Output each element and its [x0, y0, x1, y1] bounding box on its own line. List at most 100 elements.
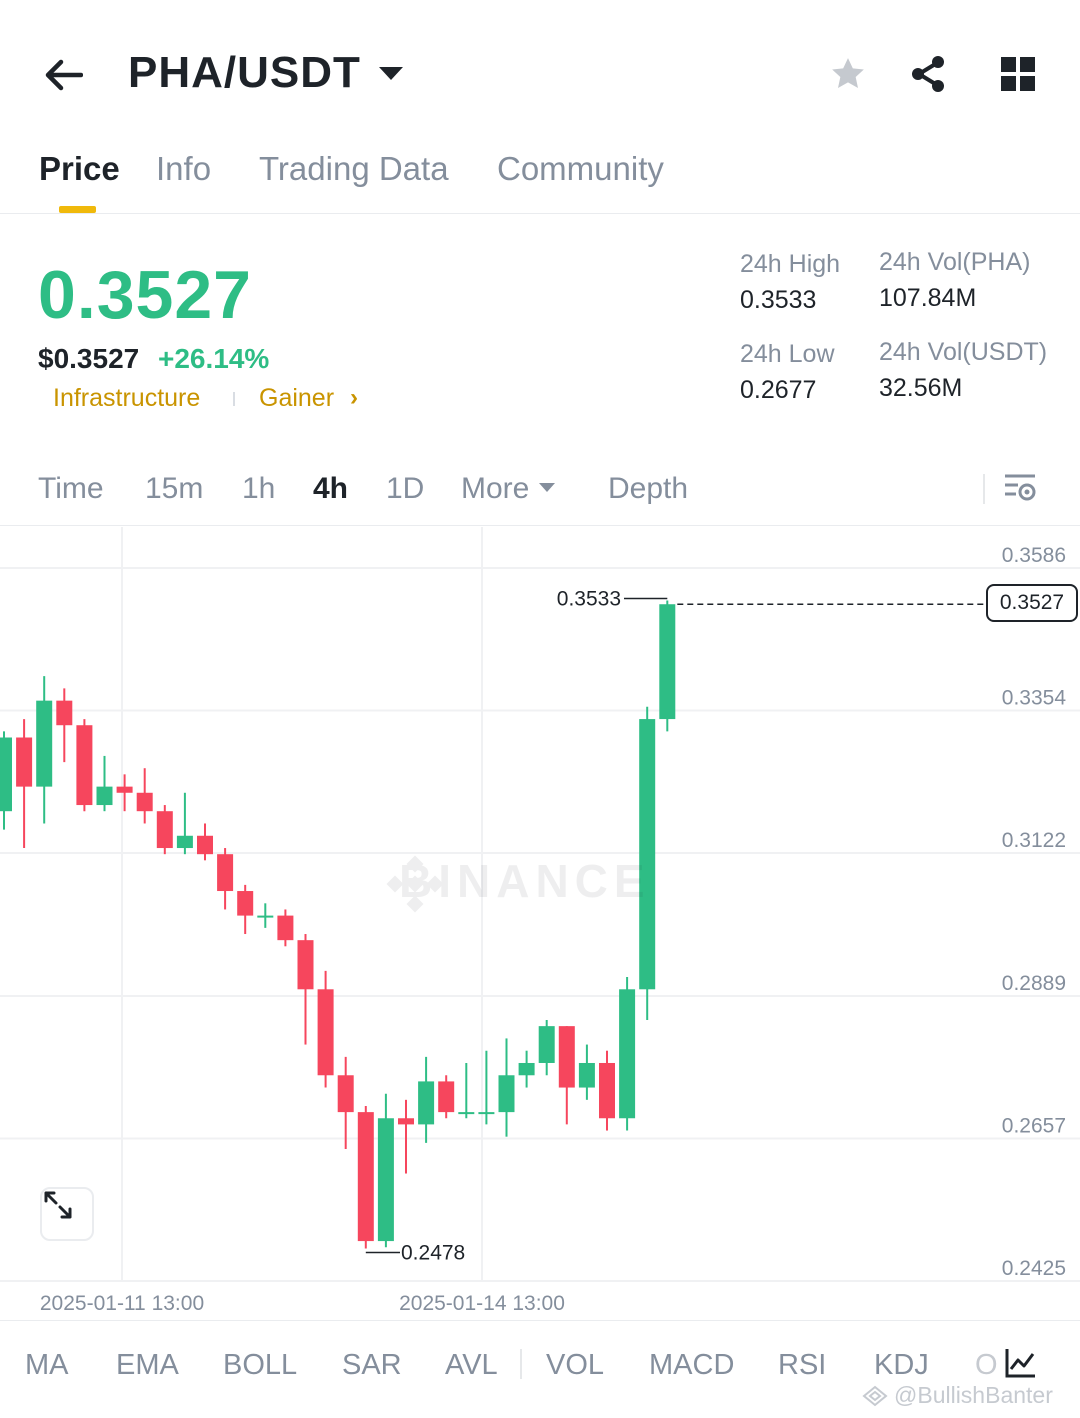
candle-down — [398, 1118, 414, 1125]
indicator-vol[interactable]: VOL — [546, 1349, 604, 1382]
interval-bar: Time 15m 1h 4h 1D More Depth — [0, 456, 1080, 526]
indicator-avl[interactable]: AVL — [445, 1349, 498, 1382]
indicator-boll[interactable]: BOLL — [223, 1349, 297, 1382]
candle-down — [76, 725, 93, 806]
tab-community[interactable]: Community — [497, 150, 664, 188]
indicator-sar[interactable]: SAR — [342, 1349, 402, 1382]
low-marker-label: 0.2478 — [401, 1241, 465, 1264]
interval-divider — [983, 474, 985, 504]
tag-gainer[interactable]: Gainer — [259, 384, 334, 413]
y-tick-label: 0.2425 — [1002, 1257, 1066, 1280]
tab-info[interactable]: Info — [156, 150, 211, 188]
indicator-ma[interactable]: MA — [25, 1349, 69, 1382]
x-tick-label: 2025-01-14 13:00 — [399, 1292, 565, 1315]
candle-up — [0, 737, 12, 812]
candle-up — [619, 989, 636, 1119]
high-marker-label: 0.3533 — [557, 588, 621, 611]
interval-1h[interactable]: 1h — [242, 472, 275, 506]
interval-1d[interactable]: 1D — [386, 472, 424, 506]
current-price-label: 0.3527 — [986, 584, 1078, 623]
chart-settings-button[interactable] — [1002, 470, 1038, 506]
interval-4h[interactable]: 4h — [313, 472, 348, 506]
candle-up — [257, 915, 274, 918]
candle-up — [659, 604, 676, 720]
indicator-chart-icon — [1005, 1349, 1035, 1378]
header: PHA/USDT — [0, 0, 1080, 130]
indicator-more-truncated[interactable]: O — [975, 1349, 998, 1382]
indicator-settings-button[interactable] — [1002, 1345, 1038, 1381]
chart-settings-icon — [1005, 474, 1036, 501]
back-button[interactable] — [40, 52, 86, 98]
candle-up — [518, 1062, 535, 1076]
caret-down-icon — [378, 66, 403, 80]
binance-logo-icon — [386, 855, 444, 913]
pair-label: PHA/USDT — [128, 48, 361, 97]
y-tick-label: 0.3354 — [1002, 686, 1067, 709]
page-tabs: Price Info Trading Data Community — [0, 140, 1080, 214]
candle-down — [277, 915, 294, 941]
candle-down — [317, 989, 334, 1076]
credit-text: @BullishBanter — [894, 1382, 1053, 1408]
indicator-macd[interactable]: MACD — [649, 1349, 734, 1382]
candle-down — [197, 835, 213, 855]
low-value: 0.2677 — [740, 376, 817, 404]
indicator-kdj[interactable]: KDJ — [874, 1349, 929, 1382]
favorite-button[interactable] — [826, 52, 870, 96]
fullscreen-button[interactable] — [40, 1187, 94, 1241]
tag-divider — [233, 392, 235, 406]
grid-menu-button[interactable] — [996, 52, 1040, 96]
interval-15m[interactable]: 15m — [145, 472, 203, 506]
candle-down — [16, 737, 33, 787]
watermark: BINANCE — [385, 854, 651, 913]
watermark-credit: @BullishBanter — [862, 1382, 1053, 1409]
price-change: +26.14% — [158, 343, 270, 374]
pair-selector[interactable]: PHA/USDT — [128, 48, 403, 98]
high-value: 0.3533 — [740, 286, 817, 314]
vol-base-label: 24h Vol(PHA) — [879, 248, 1031, 276]
price-usd: $0.3527 — [38, 343, 140, 374]
tab-trading-data[interactable]: Trading Data — [259, 150, 449, 188]
candle-down — [297, 940, 314, 990]
candle-up — [578, 1062, 595, 1088]
candle-down — [357, 1112, 374, 1242]
share-icon — [912, 56, 944, 92]
x-tick-label: 2025-01-11 13:00 — [40, 1292, 204, 1315]
high-label: 24h High — [740, 250, 841, 278]
star-icon — [832, 58, 864, 88]
tag-infrastructure[interactable]: Infrastructure — [53, 384, 200, 413]
more-label: More — [461, 472, 530, 505]
candle-up — [377, 1118, 394, 1242]
weibo-diamond-icon — [862, 1385, 888, 1406]
candle-down — [599, 1062, 615, 1119]
interval-time[interactable]: Time — [38, 472, 104, 506]
share-button[interactable] — [906, 52, 950, 96]
chart-canvas: 0.3586 0.3354 0.3122 0.2889 0.2657 0.2425 2025… — [0, 527, 1080, 1315]
candle-down — [156, 811, 173, 849]
chevron-right-icon[interactable]: › — [350, 384, 358, 412]
low-label: 24h Low — [740, 340, 835, 368]
candle-up — [458, 1112, 475, 1115]
candle-up — [538, 1026, 555, 1063]
candle-up — [418, 1081, 435, 1125]
candle-down — [337, 1075, 354, 1113]
grid-icon — [1001, 57, 1035, 91]
candle-up — [176, 835, 193, 849]
interval-more[interactable]: More — [461, 472, 556, 506]
vol-quote-label: 24h Vol(USDT) — [879, 338, 1048, 366]
indicator-ema[interactable]: EMA — [116, 1349, 179, 1382]
candle-down — [56, 700, 73, 726]
candle-up — [36, 700, 53, 787]
candle-down — [237, 891, 254, 916]
tab-price[interactable]: Price — [39, 150, 120, 188]
candle-down — [116, 786, 133, 793]
y-tick-label: 0.3122 — [1002, 829, 1066, 852]
candle-down — [217, 854, 234, 892]
candle-down — [136, 792, 153, 812]
vol-quote-value: 32.56M — [879, 374, 963, 402]
caret-down-icon — [539, 482, 556, 492]
candlestick-chart[interactable]: 0.3586 0.3354 0.3122 0.2889 0.2657 0.2425 2025… — [0, 527, 1080, 1319]
indicator-rsi[interactable]: RSI — [778, 1349, 826, 1382]
candle-up — [478, 1112, 495, 1115]
depth-tab[interactable]: Depth — [608, 472, 688, 506]
last-price: 0.3527 — [38, 257, 252, 333]
